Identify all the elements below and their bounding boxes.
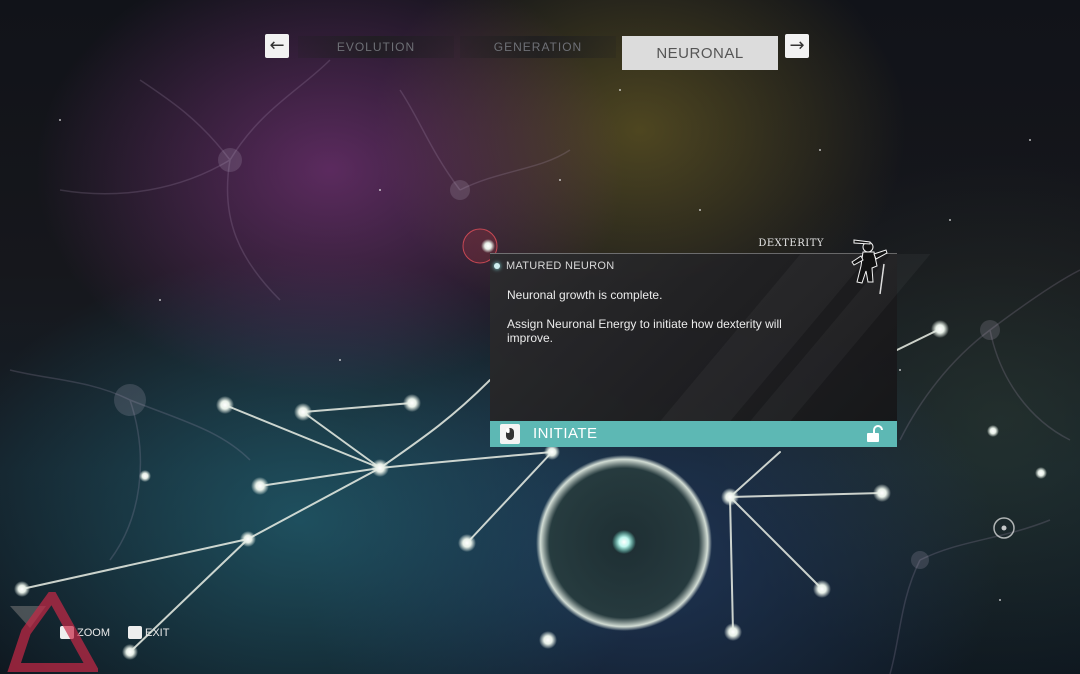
neuron-node [240,531,256,547]
dexterity-figure-icon [851,239,888,295]
arrow-right-icon: → [789,35,805,56]
exit-control[interactable]: EXIT [128,626,169,639]
selected-neuron-node[interactable] [481,239,495,253]
neuron-node [371,459,389,477]
arrow-left-icon: ← [269,35,285,56]
unlocked-padlock-icon [867,425,883,442]
neuron-node [216,396,234,414]
watermark-logo [7,592,98,672]
neuron-bullet-icon [494,263,500,269]
prev-tab-button[interactable]: ← [265,34,289,58]
neuron-info-panel: MATURED NEURON Neuronal growth is comple… [490,253,931,422]
neuron-node [403,394,421,412]
neuron-node [813,580,831,598]
neuron-node [539,631,557,649]
initiate-button[interactable]: INITIATE [490,421,897,447]
escape-key-icon [128,626,142,639]
tab-neuronal[interactable]: NEURONAL [622,36,778,70]
skill-category-label: DEXTERITY [758,238,824,249]
tab-evolution[interactable]: EVOLUTION [298,36,454,58]
initiate-label: INITIATE [533,425,598,442]
mouse-left-click-icon [500,424,520,444]
panel-header: MATURED NEURON [494,260,615,272]
neuron-node [139,470,151,482]
neuron-node [987,425,999,437]
neuron-node [294,403,312,421]
neuron-node [251,477,269,495]
neuron-node [931,320,949,338]
neuron-node [873,484,891,502]
tab-generation[interactable]: GENERATION [460,36,616,58]
neuron-node [721,488,739,506]
panel-instruction-text: Assign Neuronal Energy to initiate how d… [507,317,782,345]
cursor-target-dot [1001,525,1007,531]
panel-status-text: Neuronal growth is complete. [507,288,663,302]
neuron-node [1035,467,1047,479]
neuron-core-glow [612,530,636,554]
neuron-node [724,623,742,641]
panel-title: MATURED NEURON [506,260,615,272]
neuron-node [458,534,476,552]
category-tab-bar: ← EVOLUTION GENERATION NEURONAL → [0,34,1080,74]
next-tab-button[interactable]: → [785,34,809,58]
neuron-node [122,644,138,660]
exit-label: EXIT [145,626,170,639]
